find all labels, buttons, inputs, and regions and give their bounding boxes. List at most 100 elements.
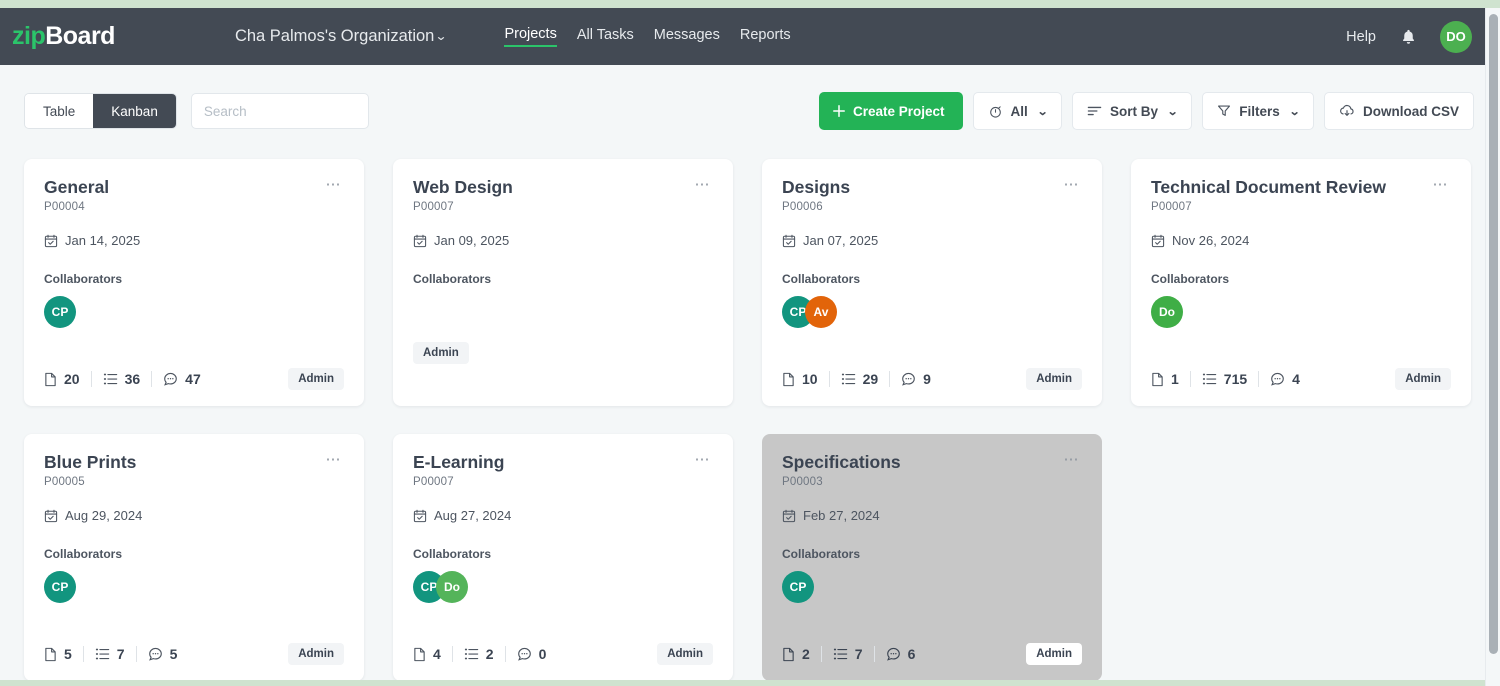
bell-icon[interactable]: [1398, 26, 1418, 48]
project-card[interactable]: General ⋯ P00004 Jan 14, 2025 Collaborat…: [24, 159, 364, 406]
role-badge: Admin: [1026, 368, 1082, 390]
stat-files: 1: [1151, 371, 1190, 387]
project-card[interactable]: Designs ⋯ P00006 Jan 07, 2025 Collaborat…: [762, 159, 1102, 406]
card-footer: 1 715 4 Admin: [1151, 368, 1451, 390]
view-mode-kanban[interactable]: Kanban: [93, 94, 176, 128]
stat-comments: 47: [151, 371, 212, 387]
collaborators-label: Collaborators: [413, 272, 492, 287]
sort-lines-icon: [1087, 105, 1102, 117]
view-mode-toggle: Table Kanban: [24, 93, 177, 129]
comment-icon: [1270, 372, 1285, 386]
collaborators-label: Collaborators: [413, 547, 492, 562]
ellipsis-icon[interactable]: ⋯: [693, 452, 714, 468]
calendar-check-icon: [413, 509, 427, 523]
nav-link-projects[interactable]: Projects: [504, 26, 557, 47]
avatar[interactable]: Do: [436, 571, 468, 604]
avatar[interactable]: CP: [44, 571, 76, 604]
avatar[interactable]: CP: [44, 296, 76, 329]
file-icon: [44, 372, 57, 387]
nav-link-all-tasks-label: All Tasks: [576, 27, 634, 43]
collaborators-label: Collaborators: [44, 272, 123, 287]
download-csv-button[interactable]: Download CSV: [1323, 92, 1474, 130]
project-title: Technical Document Review: [1151, 177, 1387, 197]
stat-comments-value: 5: [169, 646, 178, 662]
card-header: Blue Prints ⋯: [44, 452, 344, 472]
project-card[interactable]: E-Learning ⋯ P00007 Aug 27, 2024 Collabo…: [393, 434, 733, 680]
scrollbar-thumb[interactable]: [1489, 14, 1498, 654]
all-filter-label: All: [1010, 103, 1028, 119]
navbar-right-group: Help DO: [1346, 20, 1500, 53]
stat-comments: 5: [135, 646, 189, 662]
stat-tasks: 36: [90, 371, 152, 387]
page-scrollbar[interactable]: [1485, 8, 1500, 686]
all-filter-button[interactable]: All ⌄: [972, 92, 1063, 130]
avatar[interactable]: CP: [782, 571, 814, 604]
nav-link-messages[interactable]: Messages: [654, 27, 720, 46]
ellipsis-icon[interactable]: ⋯: [324, 177, 345, 193]
collaborator-avatars: CP: [44, 296, 344, 329]
avatar[interactable]: DO: [1440, 20, 1472, 53]
ellipsis-icon[interactable]: ⋯: [1431, 177, 1452, 193]
avatar[interactable]: Do: [1151, 296, 1183, 329]
project-stats: 10 29 9: [782, 371, 942, 387]
project-card[interactable]: Blue Prints ⋯ P00005 Aug 29, 2024 Collab…: [24, 434, 364, 680]
search-input[interactable]: [203, 103, 356, 119]
ellipsis-icon[interactable]: ⋯: [324, 452, 345, 468]
project-date: Jan 07, 2025: [782, 233, 1082, 248]
stat-tasks-value: 7: [854, 646, 863, 662]
view-mode-table[interactable]: Table: [25, 94, 94, 128]
card-footer: 20 36 47 Admin: [44, 368, 344, 390]
project-id: P00007: [413, 201, 454, 214]
ellipsis-icon[interactable]: ⋯: [693, 177, 714, 193]
logo-board-text: Board: [45, 22, 115, 50]
card-header: Web Design ⋯: [413, 177, 713, 197]
calendar-check-icon: [44, 234, 58, 248]
collaborator-avatars: CP: [782, 571, 1082, 604]
list-icon: [95, 647, 110, 661]
project-card[interactable]: Web Design ⋯ P00007 Jan 09, 2025 Collabo…: [393, 159, 733, 406]
stat-files: 2: [782, 646, 821, 662]
ellipsis-icon[interactable]: ⋯: [1062, 177, 1083, 193]
project-date-text: Aug 27, 2024: [434, 508, 512, 524]
project-date-text: Jan 09, 2025: [434, 233, 510, 249]
stat-tasks: 7: [820, 646, 874, 662]
collaborators-label: Collaborators: [782, 272, 861, 287]
project-stats: 4 2 0: [413, 646, 557, 662]
collaborators-label: Collaborators: [1151, 272, 1230, 287]
ellipsis-icon[interactable]: ⋯: [1062, 452, 1083, 468]
search-box[interactable]: [190, 93, 369, 129]
stat-files-value: 5: [64, 646, 72, 662]
list-icon: [464, 647, 479, 661]
filters-button[interactable]: Filters ⌄: [1202, 92, 1314, 130]
chevron-down-icon: ⌄: [1166, 105, 1179, 118]
top-navbar: zipBoard Cha Palmos's Organization ⌄ Pro…: [0, 8, 1500, 65]
stat-tasks: 715: [1189, 371, 1258, 387]
project-card[interactable]: Specifications ⋯ P00003 Feb 27, 2024 Col…: [762, 434, 1102, 680]
calendar-check-icon: [782, 234, 796, 248]
project-title: General: [44, 177, 110, 197]
project-card[interactable]: Technical Document Review ⋯ P00007 Nov 2…: [1131, 159, 1471, 406]
file-icon: [782, 372, 795, 387]
app-logo[interactable]: zipBoard: [12, 22, 115, 51]
stat-files: 4: [413, 646, 452, 662]
nav-link-reports[interactable]: Reports: [740, 27, 791, 46]
comment-icon: [517, 647, 532, 661]
collaborators-label: Collaborators: [782, 547, 861, 562]
card-footer: Admin: [413, 342, 713, 365]
create-project-button[interactable]: Create Project: [818, 92, 963, 130]
nav-link-all-tasks[interactable]: All Tasks: [577, 27, 634, 46]
help-link[interactable]: Help: [1346, 29, 1376, 45]
file-icon: [1151, 372, 1164, 387]
list-icon: [841, 372, 856, 386]
plus-icon: [833, 105, 845, 117]
list-icon: [1202, 372, 1217, 386]
project-title: E-Learning: [413, 452, 505, 472]
avatar[interactable]: Av: [805, 296, 837, 329]
project-stats: 20 36 47: [44, 371, 212, 387]
project-stats: 5 7 5: [44, 646, 188, 662]
project-title: Blue Prints: [44, 452, 137, 472]
card-header: Specifications ⋯: [782, 452, 1082, 472]
organization-selector[interactable]: Cha Palmos's Organization ⌄: [235, 27, 448, 46]
sort-by-button[interactable]: Sort By ⌄: [1072, 92, 1193, 130]
stat-comments: 0: [504, 646, 558, 662]
